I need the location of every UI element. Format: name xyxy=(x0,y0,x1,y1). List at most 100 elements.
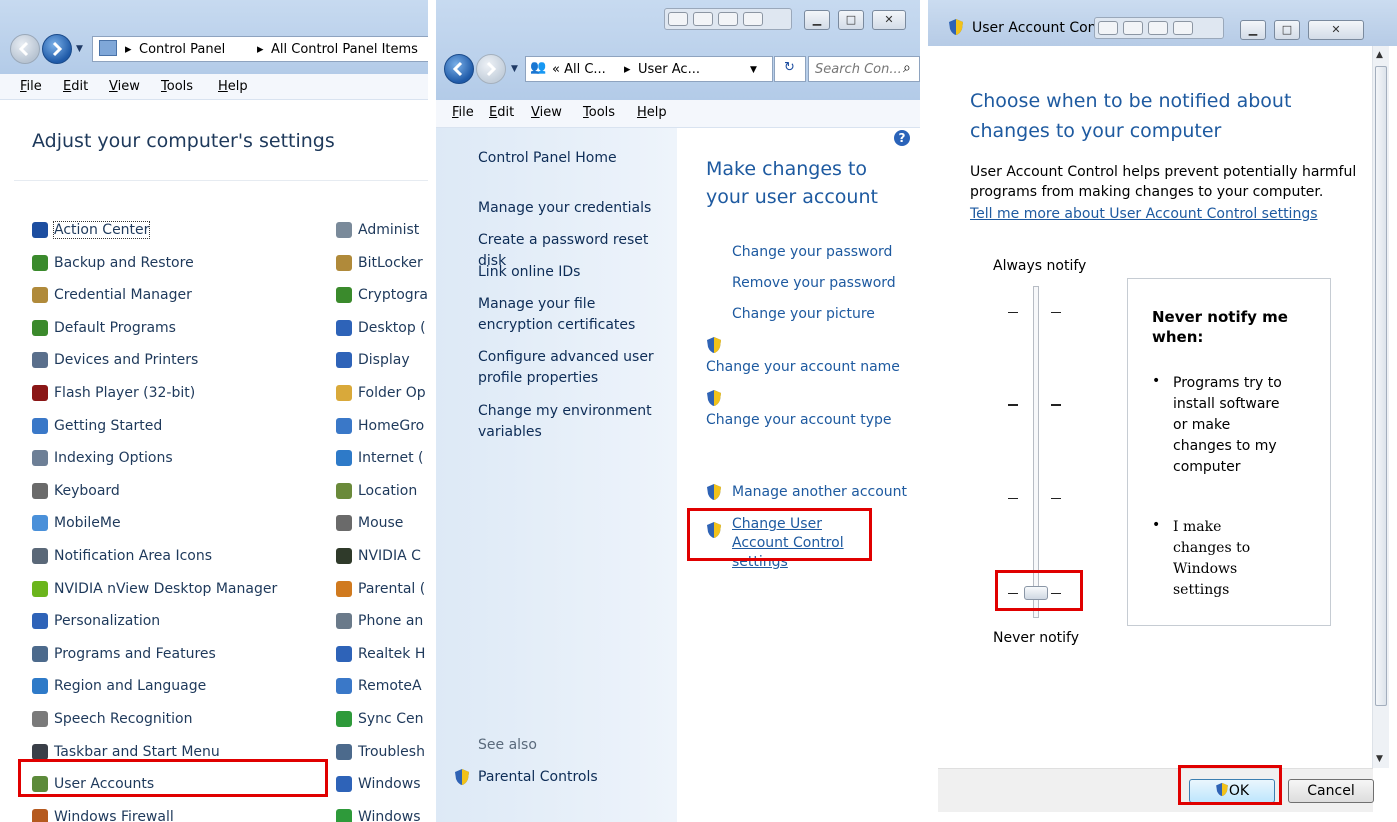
close-button[interactable]: ✕ xyxy=(1308,20,1364,40)
change-password-link[interactable]: Change your password xyxy=(732,244,892,260)
menu-help[interactable]: Help xyxy=(218,79,248,94)
folder-icon xyxy=(336,385,352,401)
change-account-type-link[interactable]: Change your account type xyxy=(706,412,891,428)
uac-shield-icon xyxy=(948,18,964,36)
programs-icon xyxy=(32,646,48,662)
task-environment-variables[interactable]: Change my environment variables xyxy=(478,401,656,443)
minimize-button[interactable]: ▁ xyxy=(804,10,830,30)
bitlocker-icon xyxy=(336,255,352,271)
microphone-icon xyxy=(32,711,48,727)
remove-password-link[interactable]: Remove your password xyxy=(732,275,896,291)
menu-tools[interactable]: Tools xyxy=(161,79,193,94)
slider-description-box: Never notify me when: • Programs try to … xyxy=(1127,278,1331,626)
keyboard-icon xyxy=(32,483,48,499)
recent-pages-dropdown-icon[interactable]: ▼ xyxy=(76,44,83,54)
back-button[interactable] xyxy=(10,34,40,64)
breadcrumb-user-accounts[interactable]: User Ac... xyxy=(638,62,700,77)
learn-more-link[interactable]: Tell me more about User Account Control … xyxy=(970,206,1318,222)
breadcrumb-separator: ▸ xyxy=(624,62,631,77)
forward-button[interactable] xyxy=(476,54,506,84)
manage-another-account-link[interactable]: Manage another account xyxy=(732,484,907,500)
breadcrumb-control-panel[interactable]: Control Panel xyxy=(139,42,225,57)
address-bar[interactable]: ▸ Control Panel ▸ All Control Panel Item… xyxy=(92,36,428,62)
dialog-body: Choose when to be notified about changes… xyxy=(938,46,1373,768)
menu-bar: File Edit View Tools Help xyxy=(436,100,920,128)
task-manage-credentials[interactable]: Manage your credentials xyxy=(478,198,668,219)
task-advanced-profile[interactable]: Configure advanced user profile properti… xyxy=(478,347,656,389)
slider-tick xyxy=(1051,404,1061,406)
flash-icon xyxy=(32,385,48,401)
address-bar[interactable]: 👥 « All C... ▸ User Ac... ▼ xyxy=(525,56,773,82)
back-button[interactable] xyxy=(444,54,474,84)
scroll-down-icon[interactable]: ▼ xyxy=(1376,754,1383,764)
notification-icon xyxy=(32,548,48,564)
maximize-button[interactable]: □ xyxy=(838,10,864,30)
task-control-panel-home[interactable]: Control Panel Home xyxy=(478,148,668,169)
vault-icon xyxy=(32,287,48,303)
vertical-scrollbar[interactable]: ▲ ▼ xyxy=(1372,46,1389,768)
task-link-online-ids[interactable]: Link online IDs xyxy=(478,262,668,283)
dialog-description: User Account Control helps prevent poten… xyxy=(970,164,1357,200)
help-icon[interactable]: ? xyxy=(894,130,910,146)
scroll-up-icon[interactable]: ▲ xyxy=(1376,50,1383,60)
uac-settings-window: User Account Contr ▁ □ ✕ Choose when to … xyxy=(928,0,1397,822)
menu-view[interactable]: View xyxy=(109,79,140,94)
breadcrumb-separator: ▸ xyxy=(125,42,132,57)
search-box[interactable]: Search Con... ⌕ xyxy=(808,56,920,82)
menu-view[interactable]: View xyxy=(531,105,562,120)
desktop-gadgets-icon xyxy=(336,320,352,336)
taskbar-thumbnail-buttons xyxy=(1094,17,1224,39)
recent-pages-dropdown-icon[interactable]: ▼ xyxy=(511,64,518,74)
cp-item-label: Credential Manager xyxy=(54,287,192,303)
slider-tick xyxy=(1051,498,1061,499)
phone-icon xyxy=(336,613,352,629)
cp-item-label: Phone an xyxy=(358,613,424,629)
breadcrumb-separator: ▸ xyxy=(257,42,264,57)
minimize-button[interactable]: ▁ xyxy=(1240,20,1266,40)
menu-file[interactable]: File xyxy=(20,79,42,94)
shield-icon xyxy=(454,768,470,786)
change-account-name-link[interactable]: Change your account name xyxy=(706,359,900,375)
cp-item-label: Action Center xyxy=(52,221,151,239)
search-icon: ⌕ xyxy=(903,60,911,76)
dialog-heading: Choose when to be notified about changes… xyxy=(970,90,1292,142)
internet-icon xyxy=(336,450,352,466)
user-accounts-icon: 👥 xyxy=(530,60,547,75)
bullet: • xyxy=(1152,373,1161,389)
control-panel-icon xyxy=(99,40,117,56)
cp-item-label: Windows Firewall xyxy=(54,809,174,822)
task-file-encryption[interactable]: Manage your file encryption certificates xyxy=(478,294,668,336)
menu-file[interactable]: File xyxy=(452,105,474,120)
display-icon xyxy=(336,352,352,368)
notification-slider[interactable] xyxy=(1033,286,1039,618)
menu-edit[interactable]: Edit xyxy=(489,105,514,120)
page-title: Adjust your computer's settings xyxy=(32,130,335,152)
refresh-button[interactable]: ↻ xyxy=(774,56,806,82)
forward-button[interactable] xyxy=(42,34,72,64)
page-title: Make changes to your user account xyxy=(706,158,878,208)
cp-item-label: Speech Recognition xyxy=(54,711,193,727)
close-button[interactable]: ✕ xyxy=(872,10,906,30)
menu-edit[interactable]: Edit xyxy=(63,79,88,94)
cancel-button[interactable]: Cancel xyxy=(1288,779,1374,803)
cp-item-label: Realtek H xyxy=(358,646,426,662)
cp-item-label: Sync Cen xyxy=(358,711,424,727)
cp-item-label: Indexing Options xyxy=(54,450,173,466)
address-dropdown-icon[interactable]: ▼ xyxy=(750,65,757,75)
scroll-thumb[interactable] xyxy=(1375,66,1387,706)
maximize-button[interactable]: □ xyxy=(1274,20,1300,40)
breadcrumb-all-control-panel[interactable]: « All C... xyxy=(552,62,606,77)
change-picture-link[interactable]: Change your picture xyxy=(732,306,875,322)
breadcrumb-all-items[interactable]: All Control Panel Items xyxy=(271,42,418,57)
highlight-uac-link xyxy=(687,508,872,561)
parental-controls-link[interactable]: Parental Controls xyxy=(478,767,598,788)
homegroup-icon xyxy=(336,418,352,434)
backup-icon xyxy=(32,255,48,271)
cp-item-label: Administ xyxy=(358,222,420,238)
firewall-icon xyxy=(32,809,48,822)
menu-tools[interactable]: Tools xyxy=(583,105,615,120)
cp-item-label: Backup and Restore xyxy=(54,255,194,271)
see-also-label: See also xyxy=(478,737,537,753)
menu-help[interactable]: Help xyxy=(637,105,667,120)
getting-started-icon xyxy=(32,418,48,434)
